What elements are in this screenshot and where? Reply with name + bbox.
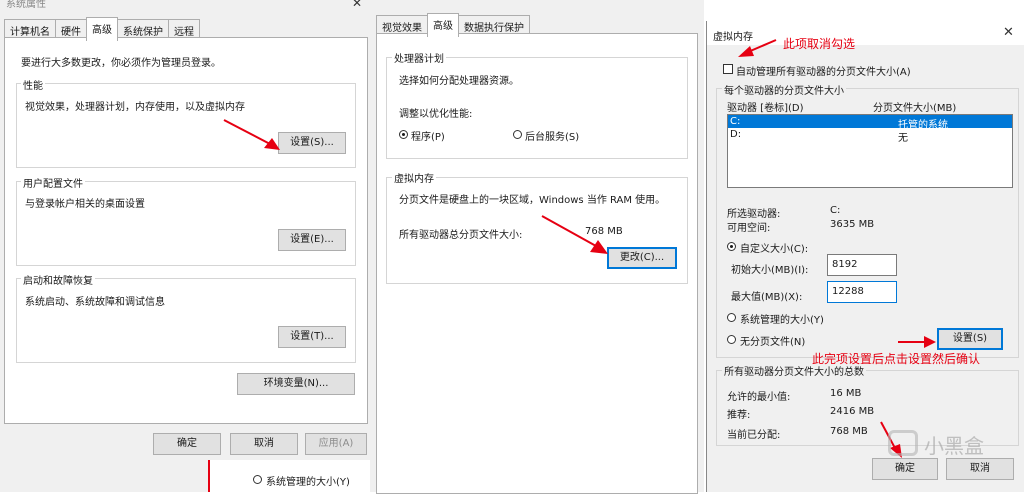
- vm-cancel-button[interactable]: 取消: [946, 458, 1014, 480]
- watermark-text: 小黑盒: [924, 434, 984, 458]
- min-allowed-label: 允许的最小值:: [727, 392, 791, 403]
- startup-recovery-group: [16, 278, 356, 363]
- user-profile-label: 用户配置文件: [21, 175, 85, 190]
- advanced-page: 要进行大多数更改，你必须作为管理员登录。 性能 视觉效果，处理器计划，内存使用，…: [4, 37, 368, 424]
- custom-size-label: 自定义大小(C):: [740, 244, 809, 255]
- col-drive-header: 驱动器 [卷标](D): [727, 103, 804, 114]
- vm-desc: 分页文件是硬盘上的一块区域，Windows 当作 RAM 使用。: [399, 195, 666, 206]
- annotation-arrow-uncheck: [738, 39, 777, 57]
- startup-recovery-desc: 系统启动、系统故障和调试信息: [25, 297, 165, 308]
- performance-label: 性能: [21, 77, 45, 92]
- user-profile-group: [16, 181, 356, 266]
- recommended-value: 2416 MB: [830, 406, 875, 417]
- annotation-arrow-set: [898, 336, 936, 348]
- apply-button[interactable]: 应用(A): [305, 433, 367, 455]
- auto-manage-label: 自动管理所有驱动器的分页文件大小(A): [736, 67, 911, 78]
- currently-allocated-label: 当前已分配:: [727, 430, 781, 441]
- no-paging-label: 无分页文件(N): [740, 337, 806, 348]
- dialog-title: 系统属性: [6, 0, 46, 10]
- user-profile-settings-button[interactable]: 设置(E)...: [278, 229, 346, 251]
- services-radio[interactable]: [513, 130, 522, 139]
- drive-row[interactable]: D: 无: [728, 128, 1012, 144]
- adjust-label: 调整以优化性能:: [399, 109, 473, 120]
- programs-radio-label: 程序(P): [411, 132, 445, 143]
- selected-drive-value: C:: [830, 205, 841, 216]
- vm-ok-button[interactable]: 确定: [872, 458, 938, 480]
- free-space-label: 可用空间:: [727, 223, 771, 234]
- drive-row[interactable]: C: 托管的系统: [728, 115, 1012, 131]
- peek-radio: [253, 475, 262, 484]
- startup-recovery-label: 启动和故障恢复: [21, 272, 95, 287]
- ok-button[interactable]: 确定: [153, 433, 221, 455]
- recommended-label: 推荐:: [727, 410, 751, 421]
- drive-list[interactable]: C: 托管的系统 D: 无: [727, 114, 1013, 188]
- initial-size-label: 初始大小(MB)(I):: [731, 265, 809, 276]
- watermark-logo-icon: [888, 430, 918, 456]
- per-drive-label: 每个驱动器的分页文件大小: [722, 82, 846, 97]
- performance-settings-button[interactable]: 设置(S)...: [278, 132, 346, 154]
- annotation-arrow-change: [541, 215, 608, 254]
- vm-label: 虚拟内存: [392, 170, 436, 185]
- annotation-set-then-confirm: 此完项设置后点击设置然后确认: [812, 352, 981, 366]
- cancel-button[interactable]: 取消: [230, 433, 298, 455]
- free-space-value: 3635 MB: [830, 219, 875, 230]
- startup-recovery-settings-button[interactable]: 设置(T)...: [278, 326, 346, 348]
- peek-radio-label: 系统管理的大小(Y): [266, 477, 350, 488]
- processor-label: 处理器计划: [392, 50, 446, 65]
- selected-drive-label: 所选驱动器:: [727, 209, 781, 220]
- vm-total-label: 所有驱动器总分页文件大小:: [399, 230, 523, 241]
- system-managed-radio[interactable]: [727, 313, 736, 322]
- environment-variables-button[interactable]: 环境变量(N)...: [237, 373, 355, 395]
- max-size-input[interactable]: 12288: [827, 281, 897, 303]
- annotation-arrow-performance: [223, 119, 280, 150]
- vm-change-button[interactable]: 更改(C)...: [607, 247, 677, 269]
- programs-radio[interactable]: [399, 130, 408, 139]
- custom-size-radio[interactable]: [727, 242, 736, 251]
- annotation-uncheck: 此项取消勾选: [783, 37, 856, 51]
- perf-advanced-page: 处理器计划 选择如何分配处理器资源。 调整以优化性能: 程序(P) 后台服务(S…: [376, 33, 698, 494]
- system-managed-label: 系统管理的大小(Y): [740, 315, 824, 326]
- admin-notice: 要进行大多数更改，你必须作为管理员登录。: [21, 58, 221, 69]
- no-paging-radio[interactable]: [727, 335, 736, 344]
- drive-size: 无: [898, 133, 908, 144]
- col-size-header: 分页文件大小(MB): [873, 103, 957, 114]
- close-icon[interactable]: ✕: [352, 0, 362, 10]
- drive-letter: C:: [730, 116, 741, 127]
- max-size-label: 最大值(MB)(X):: [731, 292, 803, 303]
- auto-manage-checkbox[interactable]: [723, 64, 733, 74]
- close-icon[interactable]: ✕: [1003, 25, 1014, 40]
- performance-group: [16, 83, 356, 168]
- performance-desc: 视觉效果，处理器计划，内存使用，以及虚拟内存: [25, 102, 245, 113]
- drive-letter: D:: [730, 129, 742, 140]
- virtual-memory-dialog: 虚拟内存 ✕ 自动管理所有驱动器的分页文件大小(A) 每个驱动器的分页文件大小 …: [706, 21, 1024, 492]
- tab-perf-advanced[interactable]: 高级: [427, 13, 459, 37]
- services-radio-label: 后台服务(S): [525, 132, 580, 143]
- performance-options-dialog: 视觉效果 高级 数据执行保护 处理器计划 选择如何分配处理器资源。 调整以优化性…: [370, 0, 704, 494]
- user-profile-desc: 与登录帐户相关的桌面设置: [25, 199, 145, 210]
- tab-advanced[interactable]: 高级: [86, 17, 118, 41]
- set-button[interactable]: 设置(S): [937, 328, 1003, 350]
- currently-allocated-value: 768 MB: [830, 426, 868, 437]
- processor-desc: 选择如何分配处理器资源。: [399, 76, 519, 87]
- system-properties-dialog: 系统属性 ✕ 计算机名 硬件 高级 系统保护 远程 要进行大多数更改，你必须作为…: [0, 0, 372, 492]
- min-allowed-value: 16 MB: [830, 388, 862, 399]
- initial-size-input[interactable]: 8192: [827, 254, 897, 276]
